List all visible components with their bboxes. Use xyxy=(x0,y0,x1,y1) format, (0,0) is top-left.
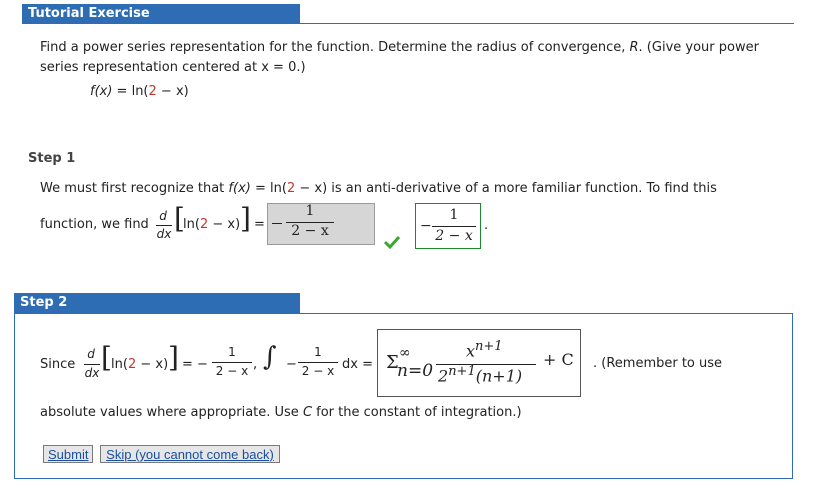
step1-period: . xyxy=(484,218,489,233)
step2-comma: , xyxy=(253,357,258,372)
step1-answer-num: 1 xyxy=(449,207,459,223)
step2-frac-bar xyxy=(212,362,252,363)
step1-line2-text: function, we find xyxy=(40,217,149,232)
step2-ln-expr: ln(2 − x) xyxy=(111,357,169,372)
step2-frac-den: 2 − x xyxy=(215,364,249,378)
step2-frac-num: 1 xyxy=(228,345,236,359)
plus-c: + C xyxy=(543,350,574,369)
header-title: Tutorial Exercise xyxy=(28,6,150,21)
step2-dx: dx xyxy=(84,366,100,380)
step2-int-num: 1 xyxy=(314,345,322,359)
step2-since: Since xyxy=(40,357,76,372)
step1-label: Step 1 xyxy=(28,151,76,166)
step1-input-num: 1 xyxy=(305,203,315,219)
sum-top: ∞ xyxy=(399,345,411,361)
step1-dx: dx xyxy=(156,227,172,241)
step1-d: d xyxy=(159,209,167,223)
step2-ddx-bar xyxy=(84,364,100,365)
ans-den: 2n+1(n+1) xyxy=(438,364,523,386)
integral-sign: ∫ xyxy=(263,342,277,372)
step2-eq1: = − xyxy=(182,357,208,372)
step1-ddx-bar xyxy=(156,225,172,226)
step1-input-minus-sign xyxy=(272,223,282,224)
step1-ln-expr: ln(2 − x) xyxy=(183,217,241,232)
ans-num: xn+1 xyxy=(466,339,503,361)
step2-header: Step 2 xyxy=(14,293,300,313)
function-definition: f(x) = ln(2 − x) xyxy=(90,84,189,99)
step2-line2: absolute values where appropriate. Use C… xyxy=(40,405,522,420)
step1-answer-sign: − xyxy=(420,218,432,234)
step2-d: d xyxy=(87,347,95,361)
step2-remember: . (Remember to use xyxy=(593,356,723,371)
submit-button[interactable]: Submit xyxy=(43,445,93,463)
step1-answer-bar xyxy=(432,226,476,227)
skip-button[interactable]: Skip (you cannot come back) xyxy=(100,445,280,463)
tutorial-header: Tutorial Exercise xyxy=(22,4,300,24)
step1-line1: We must first recognize that f(x) = ln(2… xyxy=(40,181,717,196)
step2-int-bar xyxy=(298,362,338,363)
step1-equals: = xyxy=(254,217,265,232)
sum-bottom: n=0 xyxy=(397,361,434,381)
step2-bracket-right: ] xyxy=(168,341,179,374)
step2-int-dx: dx = xyxy=(342,357,373,372)
check-icon xyxy=(384,235,400,249)
header-rule xyxy=(22,23,794,24)
step1-bracket-right: ] xyxy=(240,202,251,235)
step1-answer-den: 2 − x xyxy=(435,228,473,244)
step2-int-den: 2 − x xyxy=(301,364,335,378)
problem-text: Find a power series representation for t… xyxy=(40,40,759,75)
step2-label: Step 2 xyxy=(20,295,68,310)
step1-input-minus xyxy=(271,216,283,217)
step1-input-den: 2 − x xyxy=(291,223,329,239)
